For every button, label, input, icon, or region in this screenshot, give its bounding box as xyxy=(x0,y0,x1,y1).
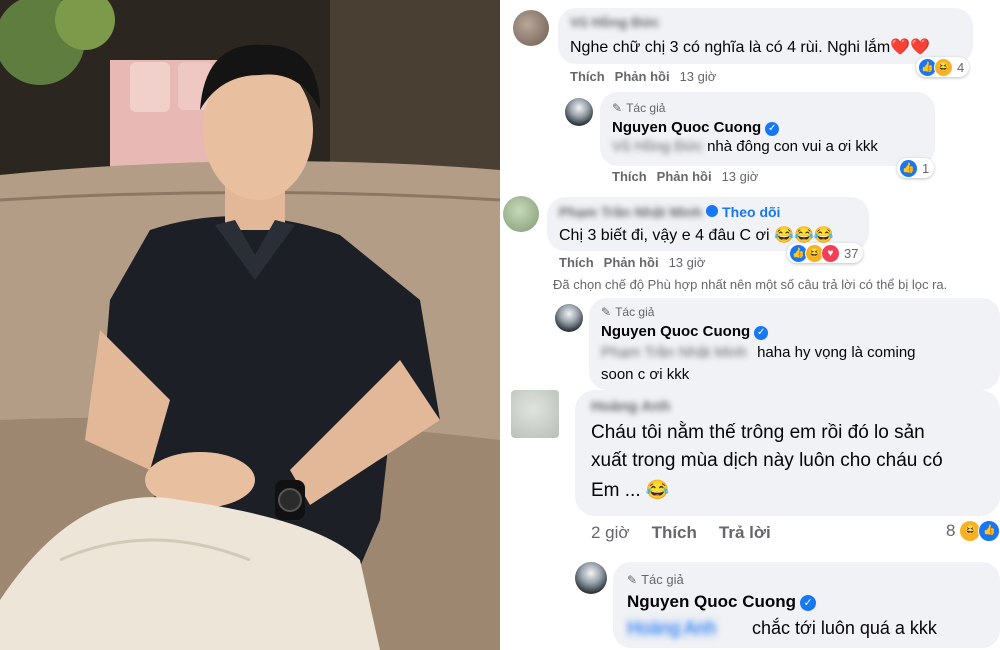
reply-text: haha hy vọng là coming xyxy=(757,344,916,361)
pen-icon: ✎ xyxy=(627,573,638,587)
author-tag-label: Tác giả xyxy=(615,305,655,319)
pen-icon: ✎ xyxy=(601,305,612,319)
comment-actions: Thích Phản hồi 13 giờ xyxy=(559,255,705,270)
reply-actions: Thích Phản hồi 13 giờ xyxy=(612,169,758,184)
reply-bubble: ✎ Tác giả Nguyen Quoc Cuong ✓ Vũ Hồng Đức … xyxy=(600,92,935,166)
reply-text-row: Phạm Trần Nhật Minh haha hy vọng là comi… xyxy=(601,344,916,361)
love-icon: ♥ xyxy=(821,243,840,263)
comment-text: Nghe chữ chị 3 có nghĩa là có 4 rùi. Ngh… xyxy=(570,39,931,56)
reaction-count: 37 xyxy=(844,245,859,261)
timestamp[interactable]: 13 giờ xyxy=(680,69,717,84)
comment-text: xuất trong mùa dịch này luôn cho cháu có xyxy=(591,450,943,471)
mention-link[interactable]: Phạm Trần Nhật Minh xyxy=(601,344,747,361)
verified-badge-icon: ✓ xyxy=(754,326,769,340)
reply-bubble: ✎ Tác giả Nguyen Quoc Cuong ✓ Hoàng Anh ch… xyxy=(613,562,1000,648)
comment-text: Chị 3 biết đi, vậy e 4 đâu C ơi 😂😂😂 xyxy=(559,227,834,244)
reaction-count: 8 xyxy=(946,521,956,540)
like-link[interactable]: Thích xyxy=(559,255,594,270)
comment-bubble: Vũ Hồng Đức Nghe chữ chị 3 có nghĩa là c… xyxy=(558,8,973,64)
reaction-summary[interactable]: 👍 1 xyxy=(897,158,935,178)
portrait-photo xyxy=(0,0,500,650)
filter-notice: Đã chọn chế độ Phù hợp nhất nên một số c… xyxy=(553,277,948,292)
reply-text-row: Vũ Hồng Đức nhà đông con vui a ơi kkk xyxy=(612,138,878,155)
commenter-name[interactable]: Vũ Hồng Đức xyxy=(570,14,659,30)
portrait-illustration xyxy=(0,0,500,650)
reply-link[interactable]: Phản hồi xyxy=(615,69,670,84)
reply-link[interactable]: Trả lời xyxy=(719,523,771,542)
mention-link[interactable]: Vũ Hồng Đức xyxy=(612,138,703,155)
verified-badge-icon: ✓ xyxy=(765,122,780,136)
like-link[interactable]: Thích xyxy=(612,169,647,184)
commenter-avatar[interactable] xyxy=(503,196,539,232)
timestamp[interactable]: 13 giờ xyxy=(669,255,706,270)
reply-text-row: Hoàng Anh chắc tới luôn quá a kkk xyxy=(627,618,937,639)
comment-actions: Thích Phản hồi 13 giờ xyxy=(570,69,716,84)
author-badge: ✎ Tác giả xyxy=(601,305,654,319)
author-name[interactable]: Nguyen Quoc Cuong xyxy=(601,323,750,340)
verified-badge-icon: ✓ xyxy=(800,595,817,611)
like-icon: 👍 xyxy=(899,158,918,178)
author-avatar[interactable] xyxy=(575,562,607,594)
author-name[interactable]: Nguyen Quoc Cuong xyxy=(612,119,761,136)
pen-icon: ✎ xyxy=(612,101,623,115)
reply-text: soon c ơi kkk xyxy=(601,366,690,383)
reaction-summary[interactable]: 8 😆 👍 xyxy=(946,520,1000,542)
reply-link[interactable]: Phản hồi xyxy=(604,255,659,270)
author-badge: ✎ Tác giả xyxy=(612,101,665,115)
comment-text: Cháu tôi nằm thế trông em rồi đó lo sản xyxy=(591,422,925,443)
mention-link[interactable]: Hoàng Anh xyxy=(627,618,717,639)
reaction-count: 4 xyxy=(957,59,965,75)
reaction-summary[interactable]: 👍 😆 4 xyxy=(916,57,970,77)
reply-author-row: Nguyen Quoc Cuong ✓ xyxy=(627,592,817,612)
reply-bubble: ✎ Tác giả Nguyen Quoc Cuong ✓ Phạm Trần Nh… xyxy=(589,298,1000,390)
comments-panel: Vũ Hồng Đức Nghe chữ chị 3 có nghĩa là c… xyxy=(503,0,1000,650)
author-tag-label: Tác giả xyxy=(641,572,684,587)
reply-author-row: Nguyen Quoc Cuong ✓ xyxy=(612,119,780,136)
follow-button[interactable]: Theo dõi xyxy=(722,204,780,220)
reply-link[interactable]: Phản hồi xyxy=(657,169,712,184)
comment-actions: 2 giờ Thích Trả lời xyxy=(591,523,781,543)
reply-text: nhà đông con vui a ơi kkk xyxy=(707,138,878,155)
reaction-summary[interactable]: 👍 😆 ♥ 37 xyxy=(787,243,864,263)
reaction-count: 1 xyxy=(922,160,930,176)
author-avatar[interactable] xyxy=(565,98,593,126)
author-badge: ✎ Tác giả xyxy=(627,572,684,587)
commenter-name[interactable]: Phạm Trần Nhật Minh xyxy=(559,204,702,220)
author-avatar[interactable] xyxy=(555,304,583,332)
commenter-avatar[interactable] xyxy=(513,10,549,46)
commenter-name[interactable]: Hoàng Anh xyxy=(591,398,670,415)
author-tag-label: Tác giả xyxy=(626,101,666,115)
comment-text: Em ... 😂 xyxy=(591,480,670,501)
author-name[interactable]: Nguyen Quoc Cuong xyxy=(627,592,796,611)
commenter-row: Phạm Trần Nhật Minh Theo dõi xyxy=(559,204,780,220)
timestamp[interactable]: 13 giờ xyxy=(722,169,759,184)
reply-text: chắc tới luôn quá a kkk xyxy=(752,618,937,638)
commenter-avatar[interactable] xyxy=(511,390,559,438)
like-link[interactable]: Thích xyxy=(652,523,697,542)
comment-bubble: Hoàng Anh Cháu tôi nằm thế trông em rồi … xyxy=(575,390,1000,516)
reply-author-row: Nguyen Quoc Cuong ✓ xyxy=(601,323,769,340)
like-link[interactable]: Thích xyxy=(570,69,605,84)
haha-icon: 😆 xyxy=(934,57,953,77)
status-dot-icon xyxy=(706,205,719,217)
like-icon: 👍 xyxy=(978,520,1000,542)
timestamp[interactable]: 2 giờ xyxy=(591,523,630,542)
